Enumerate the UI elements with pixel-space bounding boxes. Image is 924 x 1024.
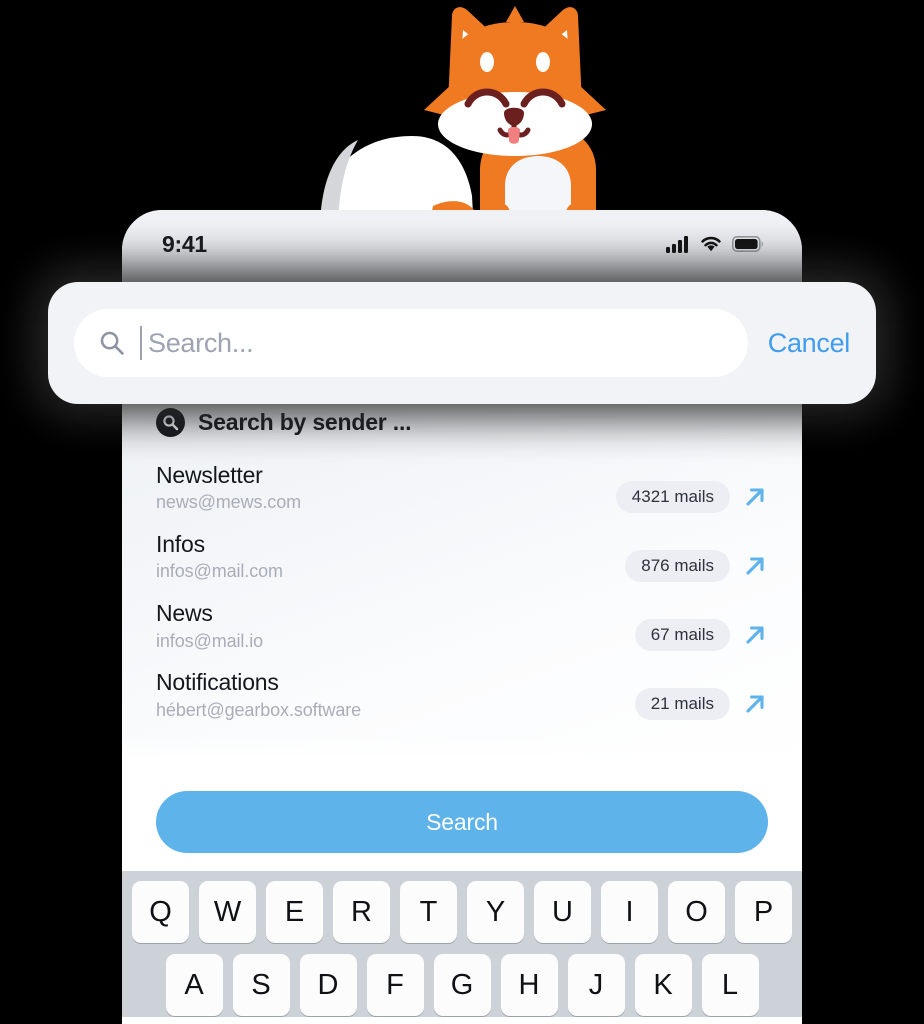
key-y[interactable]: Y: [467, 881, 524, 943]
key-f[interactable]: F: [366, 954, 424, 1016]
wifi-icon: [701, 236, 721, 252]
fox-head: [424, 6, 606, 158]
table-row[interactable]: News infos@mail.io 67 mails: [156, 585, 768, 654]
keyboard-row-2: A S D F G H J K L: [128, 954, 796, 1016]
row-actions: 876 mails: [625, 550, 768, 583]
key-d[interactable]: D: [299, 954, 357, 1016]
key-k[interactable]: K: [634, 954, 692, 1016]
onscreen-keyboard: Q W E R T Y U I O P A S D F G H J K L: [122, 871, 802, 1017]
key-s[interactable]: S: [232, 954, 290, 1016]
key-i[interactable]: I: [601, 881, 658, 943]
text-caret: [140, 326, 142, 360]
sender-email: infos@mail.io: [156, 630, 264, 651]
fox-ears: [448, 7, 582, 104]
row-actions: 4321 mails: [615, 481, 768, 513]
sender-name: News: [156, 600, 213, 627]
status-bar: 9:41: [122, 210, 802, 272]
search-cta-container: Search: [122, 777, 802, 871]
keyboard-row-1: Q W E R T Y U I O P: [128, 881, 796, 943]
key-q[interactable]: Q: [132, 881, 189, 943]
mail-count-badge: 67 mails: [634, 619, 730, 652]
sender-name: Newsletter: [156, 462, 263, 488]
search-text-wrap: Search...: [140, 326, 254, 360]
search-button[interactable]: Search: [156, 791, 768, 853]
status-bar-icons: [666, 235, 764, 253]
key-p[interactable]: P: [735, 881, 792, 943]
key-h[interactable]: H: [500, 954, 558, 1016]
mail-count-badge: 4321 mails: [615, 481, 730, 513]
sender-name: Infos: [156, 531, 205, 558]
search-icon: [98, 329, 126, 357]
key-t[interactable]: T: [400, 881, 457, 943]
search-card: Search... Cancel: [48, 282, 876, 404]
table-row[interactable]: Newsletter news@mews.com 4321 mails: [156, 447, 768, 516]
arrow-up-right-icon[interactable]: [742, 622, 768, 648]
key-r[interactable]: R: [333, 881, 390, 943]
search-input[interactable]: Search...: [148, 328, 254, 359]
sender-info: Newsletter news@mews.com: [156, 462, 301, 514]
key-w[interactable]: W: [199, 881, 256, 943]
sender-list-area: Search by sender ... Newsletter news@mew…: [122, 392, 802, 777]
arrow-up-right-icon[interactable]: [742, 484, 768, 510]
key-j[interactable]: J: [567, 954, 625, 1016]
cancel-button[interactable]: Cancel: [768, 328, 851, 359]
key-u[interactable]: U: [534, 881, 591, 943]
sender-info: Notifications hébert@gearbox.software: [156, 669, 361, 721]
sender-email: hébert@gearbox.software: [156, 699, 362, 720]
status-bar-time: 9:41: [162, 230, 207, 257]
row-actions: 67 mails: [634, 619, 768, 652]
sender-info: Infos infos@mail.com: [156, 531, 283, 583]
search-input-pill[interactable]: Search...: [74, 309, 748, 377]
fox-mascot: [300, 0, 630, 235]
key-e[interactable]: E: [266, 881, 323, 943]
sender-email: news@mews.com: [156, 492, 302, 513]
row-actions: 21 mails: [634, 688, 768, 721]
table-row[interactable]: Notifications hébert@gearbox.software 21…: [156, 654, 768, 723]
mail-count-badge: 21 mails: [634, 688, 730, 721]
arrow-up-right-icon[interactable]: [742, 691, 768, 717]
list-fade-overlay: [122, 735, 802, 777]
screenshot-stage: 9:41 Search by sender ... Newsletter new…: [0, 0, 924, 1024]
mail-count-badge: 876 mails: [625, 550, 730, 583]
sender-name: Notifications: [156, 669, 279, 696]
key-a[interactable]: A: [165, 954, 223, 1016]
key-o[interactable]: O: [668, 881, 725, 943]
arrow-up-right-icon[interactable]: [742, 553, 768, 579]
key-l[interactable]: L: [701, 954, 759, 1016]
sender-info: News infos@mail.io: [156, 600, 263, 652]
battery-icon: [732, 236, 763, 252]
cellular-signal-icon: [666, 235, 688, 253]
table-row[interactable]: Infos infos@mail.com 876 mails: [156, 516, 768, 585]
key-g[interactable]: G: [433, 954, 491, 1016]
sender-email: infos@mail.com: [156, 561, 283, 582]
